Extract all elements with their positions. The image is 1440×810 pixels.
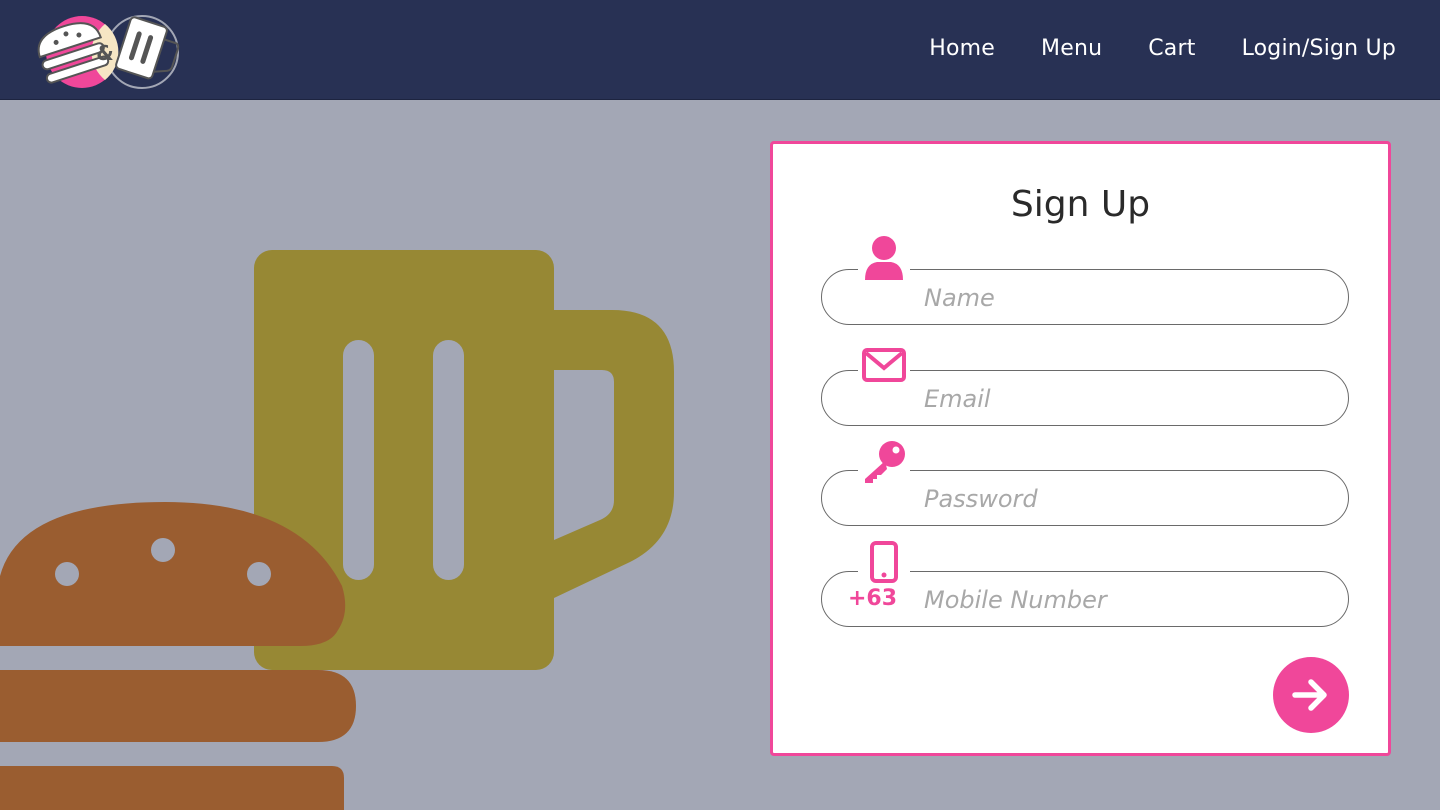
name-field	[821, 234, 1349, 326]
email-input[interactable]	[922, 371, 1326, 427]
password-field	[821, 435, 1349, 527]
email-field	[821, 335, 1349, 427]
country-code-prefix: +63	[848, 586, 898, 611]
arrow-right-icon	[1292, 679, 1327, 711]
nav-cart-link[interactable]: Cart	[1148, 36, 1195, 61]
mobile-field: +63	[821, 536, 1349, 628]
main-nav: Home Menu Cart Login/Sign Up	[929, 36, 1396, 61]
nav-menu-link[interactable]: Menu	[1041, 36, 1102, 61]
phone-icon	[858, 536, 910, 584]
submit-button[interactable]	[1273, 657, 1349, 733]
burger-and-beer-logo: &	[37, 15, 180, 89]
name-input[interactable]	[922, 270, 1326, 326]
background-illustration	[0, 250, 674, 810]
svg-text:&: &	[96, 41, 113, 65]
nav-login-signup-link[interactable]: Login/Sign Up	[1242, 36, 1396, 61]
user-icon	[858, 234, 910, 282]
key-icon	[858, 435, 910, 483]
signup-title: Sign Up	[1010, 184, 1151, 225]
nav-home-link[interactable]: Home	[929, 36, 995, 61]
signup-card: Sign Up Name Email +63 Mobile Number	[770, 141, 1391, 756]
mobile-number-input[interactable]	[922, 572, 1326, 628]
envelope-icon	[858, 335, 910, 383]
password-input[interactable]	[922, 471, 1326, 527]
logo[interactable]: &	[30, 10, 180, 92]
navbar: & Home Menu Cart Login/Sign Up	[0, 0, 1440, 99]
